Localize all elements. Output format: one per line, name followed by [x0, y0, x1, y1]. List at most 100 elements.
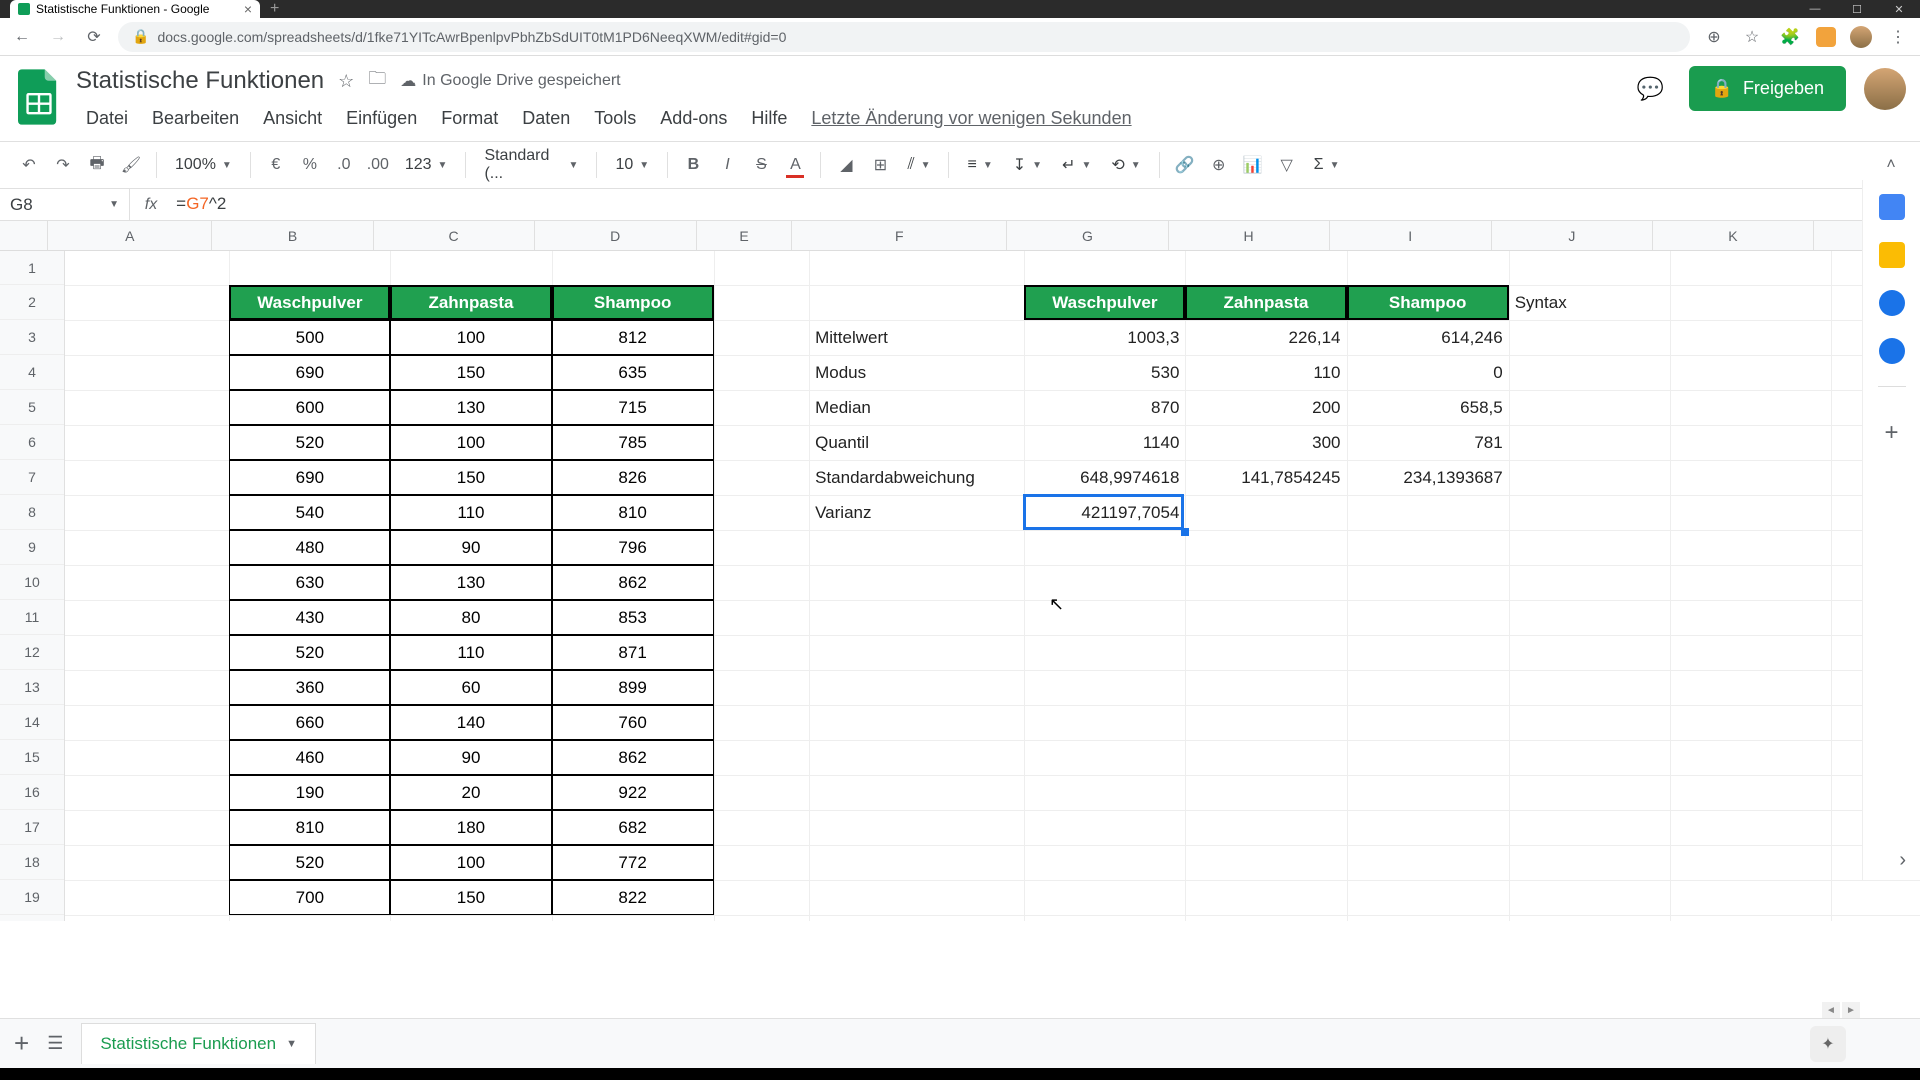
font-dropdown[interactable]: Standard (...▼ — [476, 147, 586, 183]
add-addon-icon[interactable]: + — [1884, 419, 1898, 447]
share-button[interactable]: 🔒 Freigeben — [1689, 66, 1846, 111]
cell-D5[interactable]: 715 — [552, 390, 714, 425]
column-headers[interactable]: ABCDEFGHIJKL — [48, 221, 1920, 251]
cell-G6[interactable]: 1140 — [1024, 425, 1185, 460]
cell-B4[interactable]: 690 — [229, 355, 390, 390]
cell-C14[interactable]: 140 — [390, 705, 551, 740]
extensions-icon[interactable]: 🧩 — [1778, 27, 1802, 47]
add-sheet-button[interactable]: + — [14, 1028, 29, 1059]
row-header-6[interactable]: 6 — [0, 425, 64, 460]
row-headers[interactable]: 12345678910111213141516171819 — [0, 251, 65, 921]
close-window-button[interactable]: ✕ — [1878, 0, 1920, 18]
currency-icon[interactable]: € — [261, 150, 291, 180]
cell-D8[interactable]: 810 — [552, 495, 714, 530]
cell-B16[interactable]: 190 — [229, 775, 390, 810]
menu-ansicht[interactable]: Ansicht — [253, 104, 332, 133]
row-header-19[interactable]: 19 — [0, 880, 64, 915]
menu-addons[interactable]: Add-ons — [650, 104, 737, 133]
cell-B9[interactable]: 480 — [229, 530, 390, 565]
col-header-D[interactable]: D — [535, 221, 697, 250]
row-header-3[interactable]: 3 — [0, 320, 64, 355]
cell-B14[interactable]: 660 — [229, 705, 390, 740]
chevron-down-icon[interactable]: ▼ — [286, 1038, 297, 1050]
cell-B5[interactable]: 600 — [229, 390, 390, 425]
cell-H3[interactable]: 226,14 — [1185, 320, 1346, 355]
forward-icon[interactable]: → — [46, 28, 70, 46]
name-box[interactable]: G8 ▼ — [0, 189, 130, 220]
row-header-7[interactable]: 7 — [0, 460, 64, 495]
menu-einfuegen[interactable]: Einfügen — [336, 104, 427, 133]
redo-icon[interactable]: ↷ — [48, 150, 78, 180]
select-all-corner[interactable] — [0, 221, 48, 251]
cell-D13[interactable]: 899 — [552, 670, 714, 705]
cell-C4[interactable]: 150 — [390, 355, 551, 390]
cell-D12[interactable]: 871 — [552, 635, 714, 670]
collapse-toolbar-icon[interactable]: ˄ — [1876, 150, 1906, 180]
row-header-1[interactable]: 1 — [0, 251, 64, 285]
formula-input[interactable]: =G7^2 — [172, 194, 1920, 215]
cell-I3[interactable]: 614,246 — [1347, 320, 1509, 355]
cell-B10[interactable]: 630 — [229, 565, 390, 600]
contacts-icon[interactable] — [1879, 338, 1905, 364]
tasks-icon[interactable] — [1879, 290, 1905, 316]
cell-H2[interactable]: Zahnpasta — [1185, 285, 1346, 320]
cell-G2[interactable]: Waschpulver — [1024, 285, 1185, 320]
undo-icon[interactable]: ↶ — [14, 150, 44, 180]
cell-B8[interactable]: 540 — [229, 495, 390, 530]
expand-side-icon[interactable]: › — [1899, 849, 1906, 872]
cell-F8[interactable]: Varianz — [809, 495, 1024, 530]
cell-J2[interactable]: Syntax — [1509, 285, 1670, 320]
italic-icon[interactable]: I — [712, 150, 742, 180]
row-header-17[interactable]: 17 — [0, 810, 64, 845]
col-header-C[interactable]: C — [374, 221, 535, 250]
cell-G8[interactable]: 421197,7054 — [1024, 495, 1185, 530]
url-input[interactable]: 🔒 docs.google.com/spreadsheets/d/1fke71Y… — [118, 22, 1690, 52]
cell-G7[interactable]: 648,9974618 — [1024, 460, 1185, 495]
row-header-9[interactable]: 9 — [0, 530, 64, 565]
all-sheets-button[interactable]: ☰ — [47, 1033, 63, 1054]
cell-D9[interactable]: 796 — [552, 530, 714, 565]
menu-bearbeiten[interactable]: Bearbeiten — [142, 104, 249, 133]
percent-icon[interactable]: % — [295, 150, 325, 180]
valign-dropdown[interactable]: ↧▼ — [1005, 155, 1050, 175]
cell-C18[interactable]: 100 — [390, 845, 551, 880]
row-header-16[interactable]: 16 — [0, 775, 64, 810]
cell-D19[interactable]: 822 — [552, 880, 714, 915]
sheets-logo[interactable] — [14, 66, 64, 128]
paint-format-icon[interactable]: 🖌 — [116, 150, 146, 180]
chart-icon[interactable]: 📊 — [1238, 150, 1268, 180]
cell-C6[interactable]: 100 — [390, 425, 551, 460]
row-header-15[interactable]: 15 — [0, 740, 64, 775]
fill-handle[interactable] — [1181, 528, 1189, 536]
row-header-10[interactable]: 10 — [0, 565, 64, 600]
cell-B2[interactable]: Waschpulver — [229, 285, 390, 320]
cell-B15[interactable]: 460 — [229, 740, 390, 775]
profile-avatar-small[interactable] — [1850, 26, 1872, 48]
keep-icon[interactable] — [1879, 242, 1905, 268]
cell-H5[interactable]: 200 — [1185, 390, 1346, 425]
comment-icon[interactable]: ⊕ — [1204, 150, 1234, 180]
cell-C12[interactable]: 110 — [390, 635, 551, 670]
link-icon[interactable]: 🔗 — [1170, 150, 1200, 180]
cell-B12[interactable]: 520 — [229, 635, 390, 670]
cell-C3[interactable]: 100 — [390, 320, 551, 355]
cell-C5[interactable]: 130 — [390, 390, 551, 425]
star-icon[interactable]: ☆ — [338, 71, 354, 92]
cell-C16[interactable]: 20 — [390, 775, 551, 810]
menu-hilfe[interactable]: Hilfe — [741, 104, 797, 133]
cell-F5[interactable]: Median — [809, 390, 1024, 425]
font-size-dropdown[interactable]: 10▼ — [607, 156, 657, 174]
merge-dropdown[interactable]: ⫽▼ — [899, 156, 938, 174]
col-header-G[interactable]: G — [1007, 221, 1168, 250]
col-header-B[interactable]: B — [212, 221, 373, 250]
col-header-J[interactable]: J — [1492, 221, 1653, 250]
bold-icon[interactable]: B — [678, 150, 708, 180]
cell-D14[interactable]: 760 — [552, 705, 714, 740]
print-icon[interactable]: 🖶 — [82, 150, 112, 180]
menu-tools[interactable]: Tools — [584, 104, 646, 133]
maximize-button[interactable]: ☐ — [1836, 0, 1878, 18]
cell-C11[interactable]: 80 — [390, 600, 551, 635]
row-header-5[interactable]: 5 — [0, 390, 64, 425]
row-header-8[interactable]: 8 — [0, 495, 64, 530]
cell-I7[interactable]: 234,1393687 — [1347, 460, 1509, 495]
